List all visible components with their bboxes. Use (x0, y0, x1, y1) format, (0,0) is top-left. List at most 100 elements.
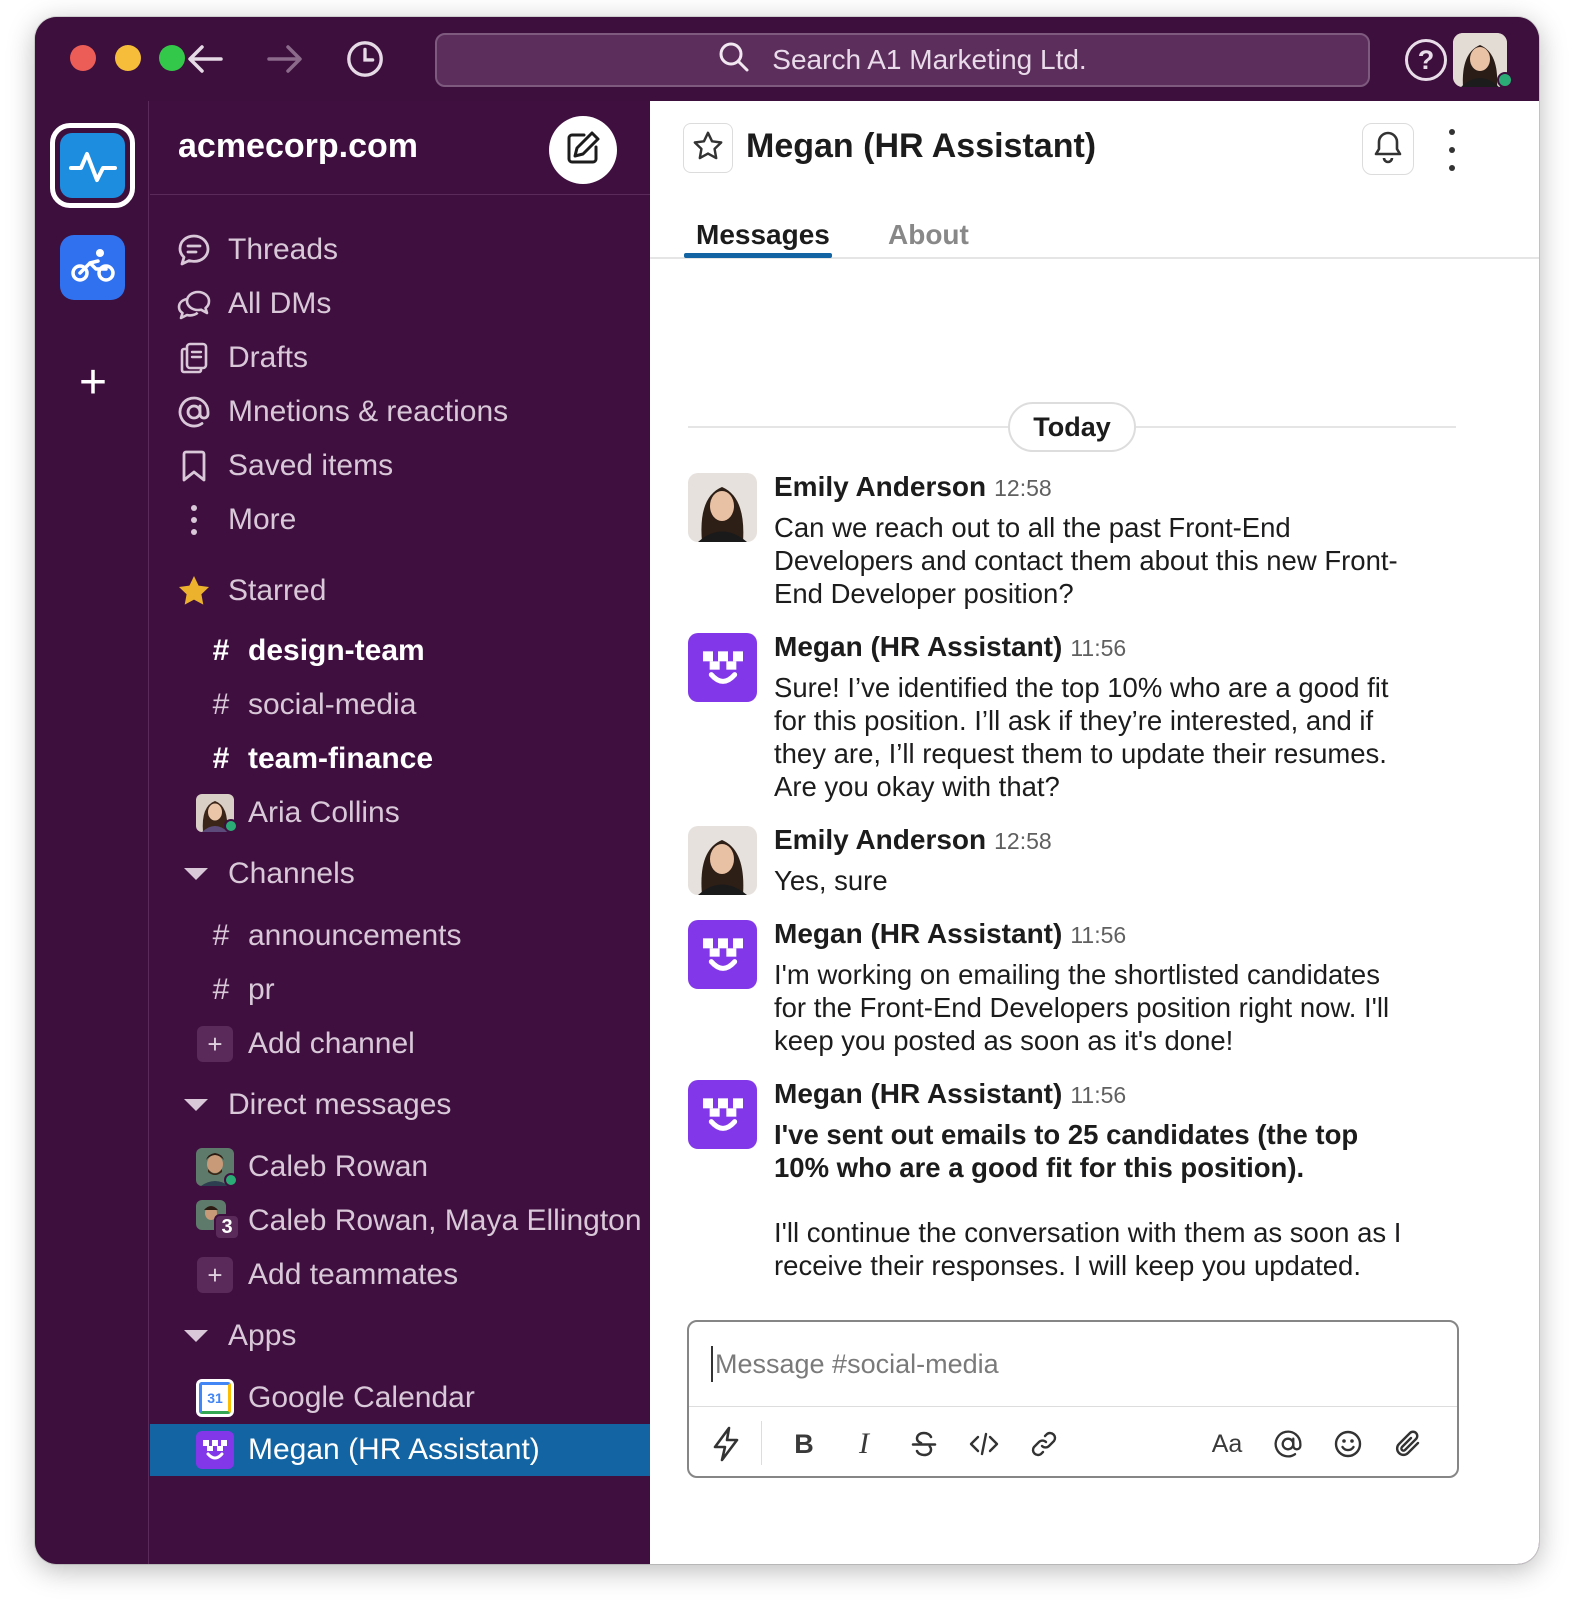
sidebar-item-label: Threads (228, 233, 339, 266)
star-icon (176, 573, 212, 609)
section-label: Apps (228, 1319, 297, 1352)
mention-icon[interactable] (1269, 1425, 1307, 1463)
message-author[interactable]: Emily Anderson 12:58 (774, 824, 1052, 856)
star-outline-icon (692, 130, 724, 167)
avatar[interactable] (688, 473, 757, 542)
sidebar-item-mentions[interactable]: Mnetions & reactions (150, 388, 650, 436)
tab-about[interactable]: About (888, 219, 969, 251)
search-bar[interactable]: Search A1 Marketing Ltd. (435, 33, 1370, 87)
sidebar-item-label: Saved items (228, 449, 394, 482)
more-options-icon[interactable] (1442, 129, 1462, 171)
app-megan-hr-assistant[interactable]: Megan (HR Assistant) (150, 1424, 650, 1476)
minimize-window-button[interactable] (115, 45, 141, 71)
section-channels[interactable]: Channels (150, 850, 650, 898)
dm-group-caleb-maya[interactable]: 3 Caleb Rowan, Maya Ellington ... (150, 1197, 650, 1245)
dm-aria-collins[interactable]: Aria Collins (150, 789, 650, 837)
message-author[interactable]: Megan (HR Assistant) 11:56 (774, 1078, 1126, 1110)
avatar[interactable] (688, 826, 757, 895)
sidebar-item-more[interactable]: More (150, 496, 650, 544)
plus-icon: + (197, 1026, 233, 1062)
channel-announcements[interactable]: # announcements (150, 912, 650, 960)
message-timestamp[interactable]: 12:58 (994, 828, 1052, 854)
strikethrough-icon[interactable] (905, 1425, 943, 1463)
app-google-calendar[interactable]: 31 Google Calendar (150, 1374, 650, 1422)
message-author[interactable]: Emily Anderson 12:58 (774, 471, 1052, 503)
message-timestamp[interactable]: 11:56 (1070, 1082, 1126, 1108)
back-arrow-icon[interactable] (185, 39, 225, 79)
sidebar-item-all-dms[interactable]: All DMs (150, 280, 650, 328)
channel-design-team[interactable]: # design-team (150, 627, 650, 675)
message-author[interactable]: Megan (HR Assistant) 11:56 (774, 918, 1126, 950)
message-timestamp[interactable]: 11:56 (1070, 922, 1126, 948)
online-status-indicator (224, 819, 238, 833)
dm-caleb-rowan[interactable]: Caleb Rowan (150, 1143, 650, 1191)
message-text: Yes, sure (774, 865, 888, 896)
forward-arrow-icon[interactable] (265, 39, 305, 79)
channel-label: announcements (248, 919, 462, 952)
zoom-window-button[interactable] (159, 45, 185, 71)
emoji-icon[interactable] (1329, 1425, 1367, 1463)
bicycle-icon (70, 245, 116, 290)
more-vertical-icon (176, 502, 212, 538)
workspace-cycling-button[interactable] (60, 235, 125, 300)
add-channel-button[interactable]: + Add channel (150, 1020, 650, 1068)
attachment-icon[interactable] (1389, 1425, 1427, 1463)
channel-pr[interactable]: # pr (150, 966, 650, 1014)
workspace-acmecorp-button[interactable] (50, 123, 135, 208)
bot-face-icon (196, 1431, 234, 1469)
dm-label: Aria Collins (248, 796, 400, 829)
message-author[interactable]: Megan (HR Assistant) 11:56 (774, 631, 1126, 663)
channel-label: pr (248, 973, 275, 1006)
message-timestamp[interactable]: 11:56 (1070, 635, 1126, 661)
italic-button[interactable]: I (845, 1425, 883, 1463)
message-text: I'll continue the conversation with them… (774, 1217, 1402, 1281)
hash-icon: # (212, 688, 230, 721)
star-channel-button[interactable] (683, 123, 733, 173)
sidebar-item-threads[interactable]: Threads (150, 226, 650, 274)
text-style-button[interactable]: Aa (1208, 1425, 1246, 1463)
message-input[interactable]: Message #social-media (711, 1346, 999, 1382)
message-text-bold: I've sent out emails to 25 candidates (t… (774, 1119, 1359, 1183)
section-starred[interactable]: Starred (150, 567, 650, 615)
date-divider-pill[interactable]: Today (1008, 402, 1136, 452)
online-status-indicator (1497, 72, 1513, 88)
tab-messages[interactable]: Messages (696, 219, 830, 251)
message-composer: Message #social-media B I Aa (687, 1320, 1459, 1478)
close-window-button[interactable] (70, 45, 96, 71)
help-button[interactable]: ? (1405, 39, 1447, 81)
workspace-header: acmecorp.com (150, 101, 650, 195)
search-placeholder: Search A1 Marketing Ltd. (772, 44, 1087, 75)
code-icon[interactable] (965, 1425, 1003, 1463)
history-clock-icon[interactable] (345, 39, 385, 79)
title-bar: Search A1 Marketing Ltd. ? (35, 17, 1539, 101)
bold-button[interactable]: B (785, 1425, 823, 1463)
hash-icon: # (212, 919, 230, 952)
bookmark-icon (176, 448, 212, 484)
bot-face-icon[interactable] (688, 633, 757, 702)
sidebar-item-label: More (228, 503, 297, 536)
dm-label: Caleb Rowan (248, 1150, 429, 1183)
shortcuts-lightning-icon[interactable] (707, 1425, 745, 1463)
channel-social-media[interactable]: # social-media (150, 681, 650, 729)
bot-face-icon[interactable] (688, 1080, 757, 1149)
mention-icon (176, 394, 212, 430)
channel-label: design-team (248, 634, 425, 667)
message-timestamp[interactable]: 12:58 (994, 475, 1052, 501)
message-text: Sure! I’ve identified the top 10% who ar… (774, 672, 1389, 802)
link-icon[interactable] (1025, 1425, 1063, 1463)
sidebar-item-label: Mnetions & reactions (228, 395, 509, 428)
dms-icon (176, 286, 212, 322)
conversation-title[interactable]: Megan (HR Assistant) (746, 127, 1096, 166)
section-direct-messages[interactable]: Direct messages (150, 1081, 650, 1129)
bot-face-icon[interactable] (688, 920, 757, 989)
channel-team-finance[interactable]: # team-finance (150, 735, 650, 783)
app-label: Google Calendar (248, 1381, 475, 1414)
add-teammates-button[interactable]: + Add teammates (150, 1251, 650, 1299)
workspace-name[interactable]: acmecorp.com (178, 127, 418, 166)
add-workspace-button[interactable]: + (73, 359, 113, 407)
section-apps[interactable]: Apps (150, 1312, 650, 1360)
notifications-button[interactable] (1362, 123, 1414, 175)
sidebar-item-saved[interactable]: Saved items (150, 442, 650, 490)
sidebar-item-drafts[interactable]: Drafts (150, 334, 650, 382)
compose-button[interactable] (549, 116, 617, 184)
